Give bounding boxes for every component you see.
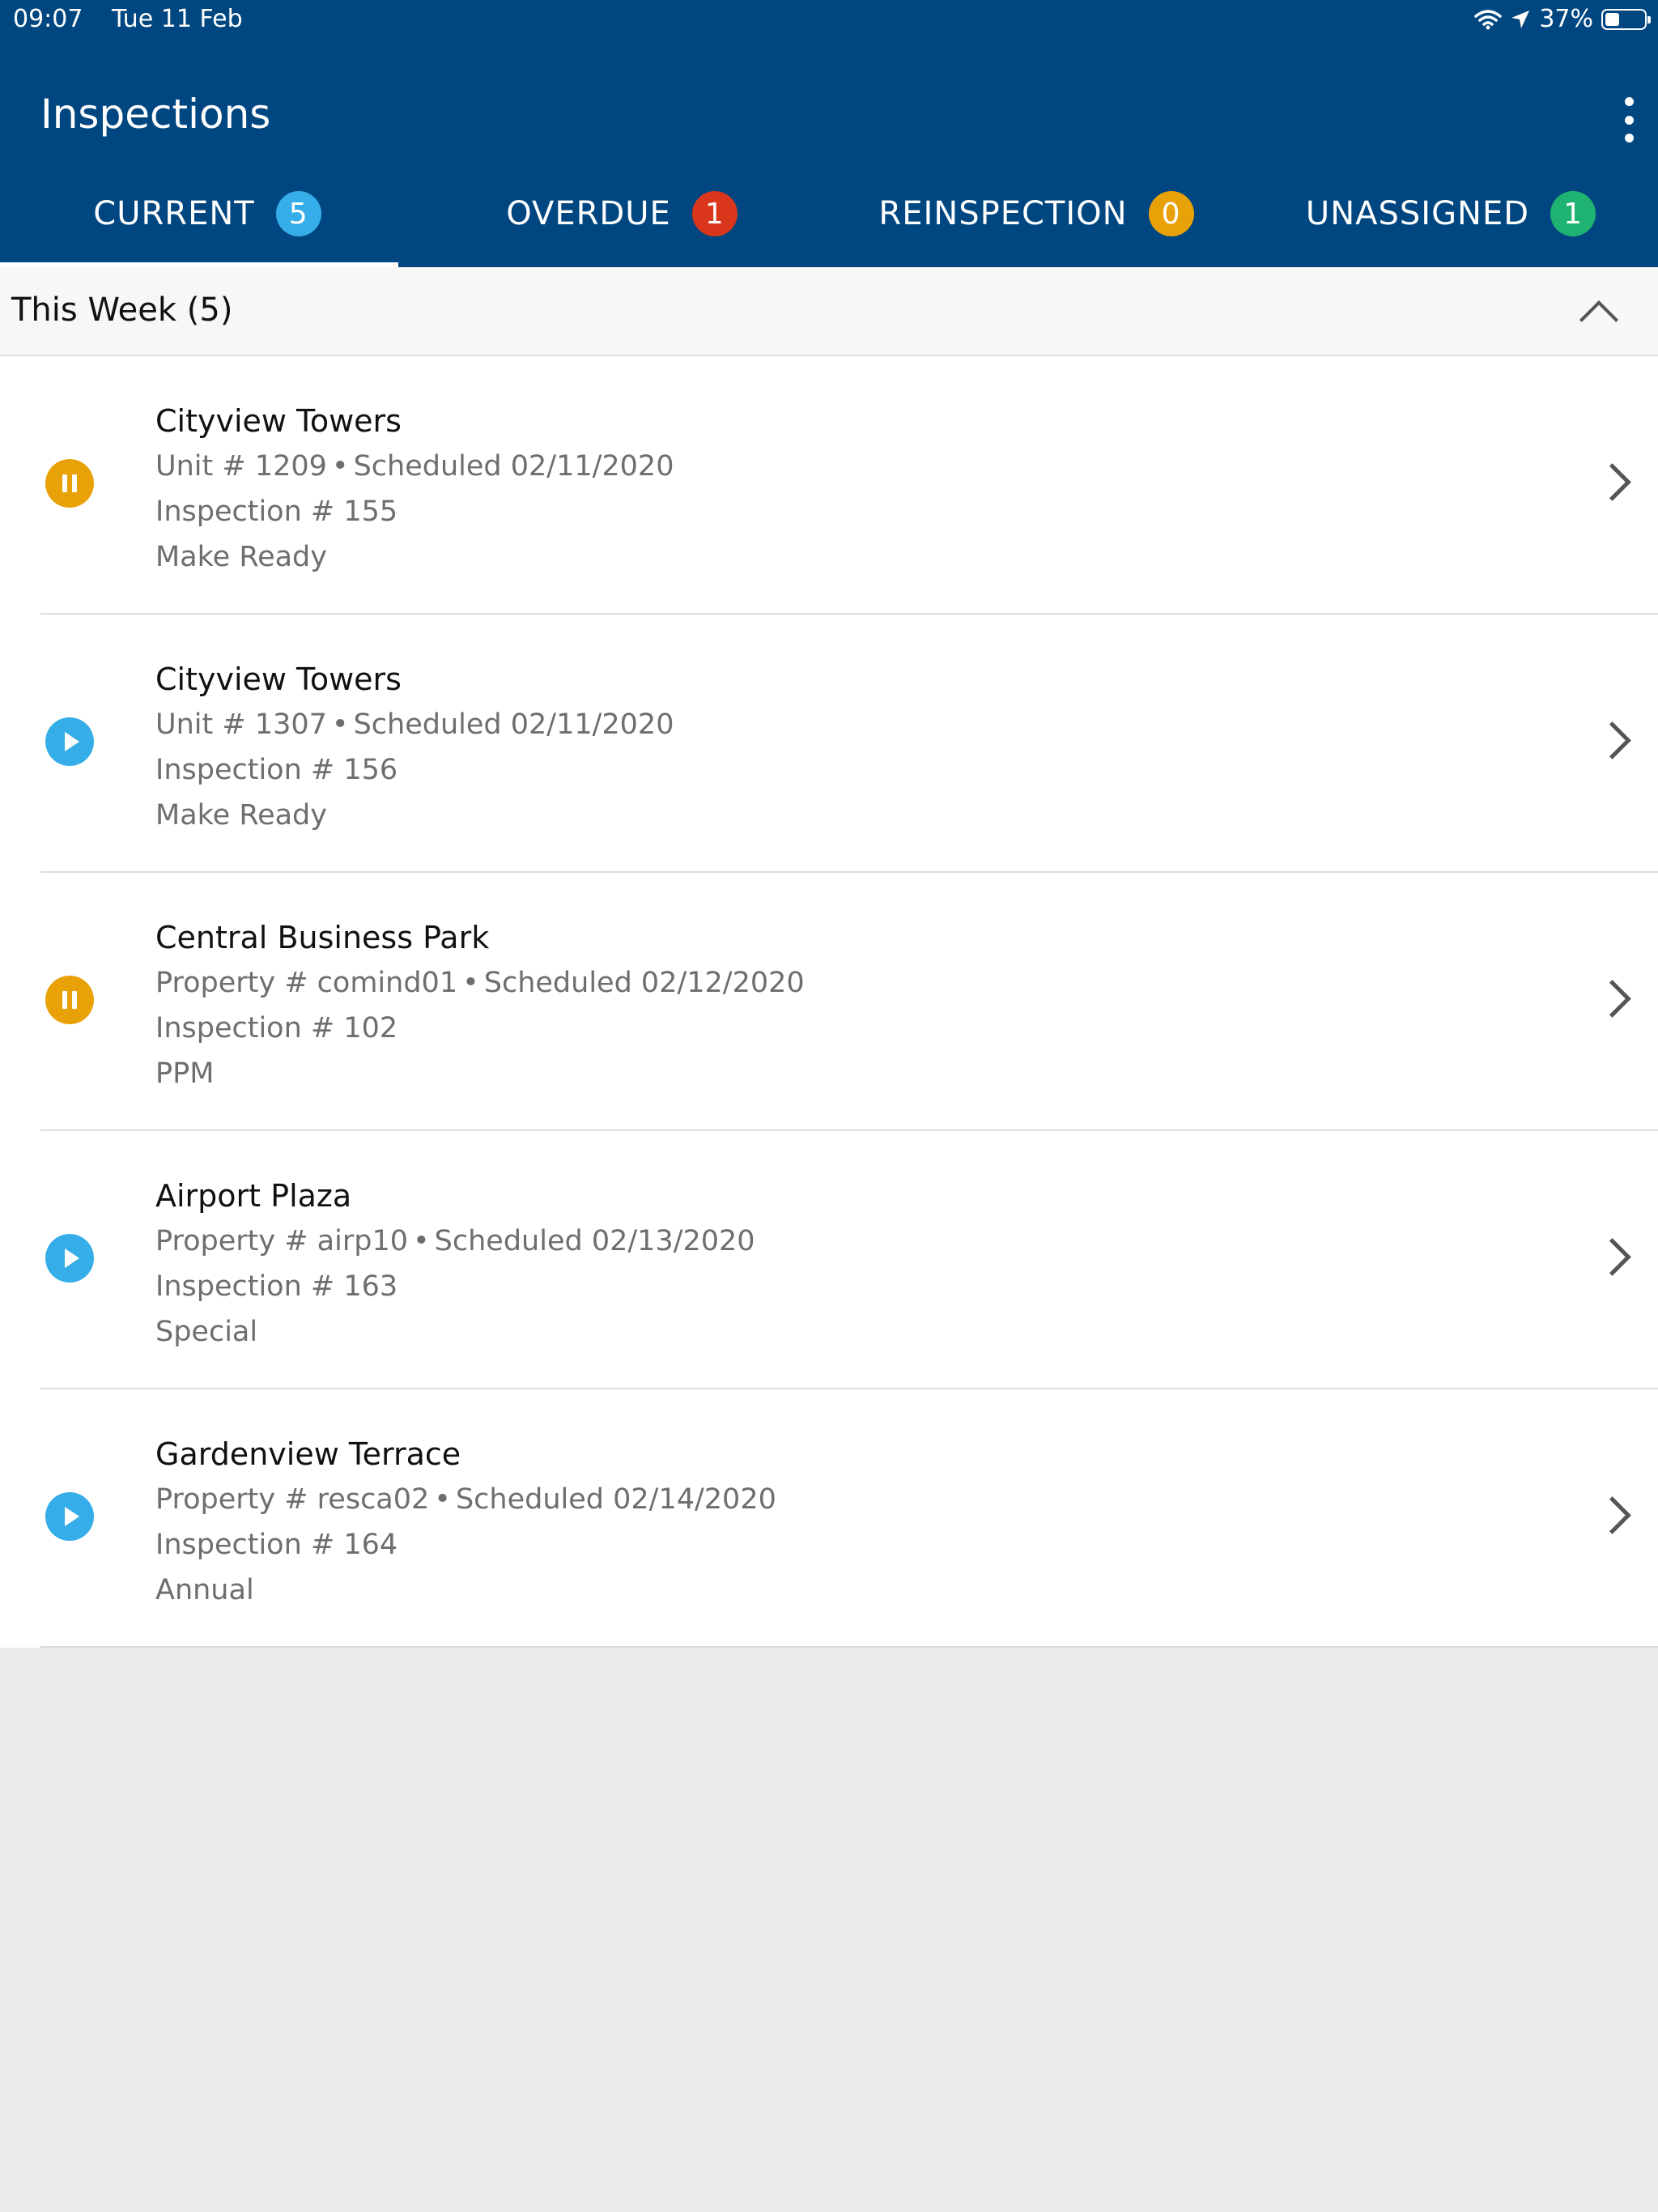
tab-label: UNASSIGNED	[1305, 195, 1530, 232]
chevron-right-icon	[1593, 1238, 1631, 1276]
battery-percent: 37%	[1539, 5, 1593, 33]
inspection-number: Inspection # 155	[155, 496, 398, 528]
bullet-separator: •	[331, 450, 349, 483]
inspection-name: Cityview Towers	[155, 403, 402, 439]
chevron-right-icon	[1593, 721, 1631, 759]
status-bar: 09:07 Tue 11 Feb 37%	[0, 0, 1658, 39]
app-header: 09:07 Tue 11 Feb 37% Inspections CURRENT…	[0, 0, 1658, 267]
inspection-name: Cityview Towers	[155, 661, 402, 697]
list-item[interactable]: Cityview Towers Unit # 1307 • Scheduled 02…	[0, 615, 1658, 873]
chevron-right-icon	[1593, 463, 1631, 501]
inspection-name: Airport Plaza	[155, 1178, 352, 1214]
chevron-right-icon	[1593, 1496, 1631, 1534]
inspection-type: Make Ready	[155, 799, 327, 832]
wifi-icon	[1474, 9, 1503, 29]
list-item[interactable]: Airport Plaza Property # airp10 • Schedule…	[0, 1131, 1658, 1389]
inspection-type: Special	[155, 1316, 258, 1348]
tab-current[interactable]: CURRENT 5	[0, 180, 414, 267]
inspection-location: Property # airp10	[155, 1225, 408, 1257]
inspection-type: Annual	[155, 1574, 254, 1606]
chevron-right-icon	[1593, 980, 1631, 1018]
inspection-number: Inspection # 164	[155, 1529, 398, 1561]
tab-unassigned[interactable]: UNASSIGNED 1	[1244, 180, 1658, 267]
bullet-separator: •	[331, 708, 349, 741]
tab-label: OVERDUE	[506, 195, 671, 232]
inspection-location: Unit # 1209	[155, 450, 327, 483]
status-date: Tue 11 Feb	[112, 5, 243, 33]
tab-label: CURRENT	[93, 195, 255, 232]
inspection-list: Cityview Towers Unit # 1209 • Scheduled 02…	[0, 356, 1658, 1648]
app: 09:07 Tue 11 Feb 37% Inspections CURRENT…	[0, 0, 1658, 2212]
list-item[interactable]: Cityview Towers Unit # 1209 • Scheduled 02…	[0, 356, 1658, 615]
more-options-icon[interactable]	[1621, 97, 1637, 143]
inspection-location: Property # comind01	[155, 967, 458, 999]
inspection-name: Gardenview Terrace	[155, 1436, 461, 1472]
count-badge: 0	[1148, 191, 1194, 236]
tab-bar: CURRENT 5 OVERDUE 1 REINSPECTION 0 UNASS…	[0, 180, 1658, 267]
bullet-separator: •	[413, 1225, 430, 1257]
inspection-location: Unit # 1307	[155, 708, 327, 741]
inspection-location: Property # resca02	[155, 1483, 430, 1516]
page-title: Inspections	[40, 91, 271, 138]
status-time: 09:07	[13, 5, 83, 33]
play-icon	[45, 717, 94, 766]
battery-icon	[1601, 8, 1651, 30]
inspection-scheduled: Scheduled 02/13/2020	[434, 1225, 755, 1257]
inspection-number: Inspection # 102	[155, 1012, 398, 1044]
inspection-number: Inspection # 156	[155, 754, 398, 786]
bullet-separator: •	[434, 1483, 451, 1516]
list-item[interactable]: Gardenview Terrace Property # resca02 • Sc…	[0, 1389, 1658, 1648]
section-title: This Week (5)	[11, 291, 233, 329]
count-badge: 1	[691, 191, 738, 236]
location-arrow-icon	[1511, 10, 1530, 28]
list-item[interactable]: Central Business Park Property # comind0…	[0, 873, 1658, 1131]
chevron-up-icon[interactable]	[1579, 300, 1619, 340]
inspection-scheduled: Scheduled 02/14/2020	[455, 1483, 776, 1516]
inspection-number: Inspection # 163	[155, 1270, 398, 1303]
inspection-name: Central Business Park	[155, 920, 490, 955]
inspection-type: Make Ready	[155, 541, 327, 573]
tab-label: REINSPECTION	[878, 195, 1128, 232]
play-icon	[45, 1492, 94, 1541]
bullet-separator: •	[462, 967, 479, 999]
inspection-scheduled: Scheduled 02/11/2020	[353, 450, 674, 483]
count-badge: 1	[1550, 191, 1596, 236]
count-badge: 5	[275, 191, 321, 236]
inspection-type: PPM	[155, 1057, 215, 1090]
tab-reinspection[interactable]: REINSPECTION 0	[829, 180, 1244, 267]
section-header[interactable]: This Week (5)	[0, 267, 1658, 356]
inspection-scheduled: Scheduled 02/12/2020	[483, 967, 805, 999]
tab-overdue[interactable]: OVERDUE 1	[414, 180, 829, 267]
pause-icon	[45, 459, 94, 508]
inspection-scheduled: Scheduled 02/11/2020	[353, 708, 674, 741]
pause-icon	[45, 976, 94, 1024]
play-icon	[45, 1234, 94, 1283]
